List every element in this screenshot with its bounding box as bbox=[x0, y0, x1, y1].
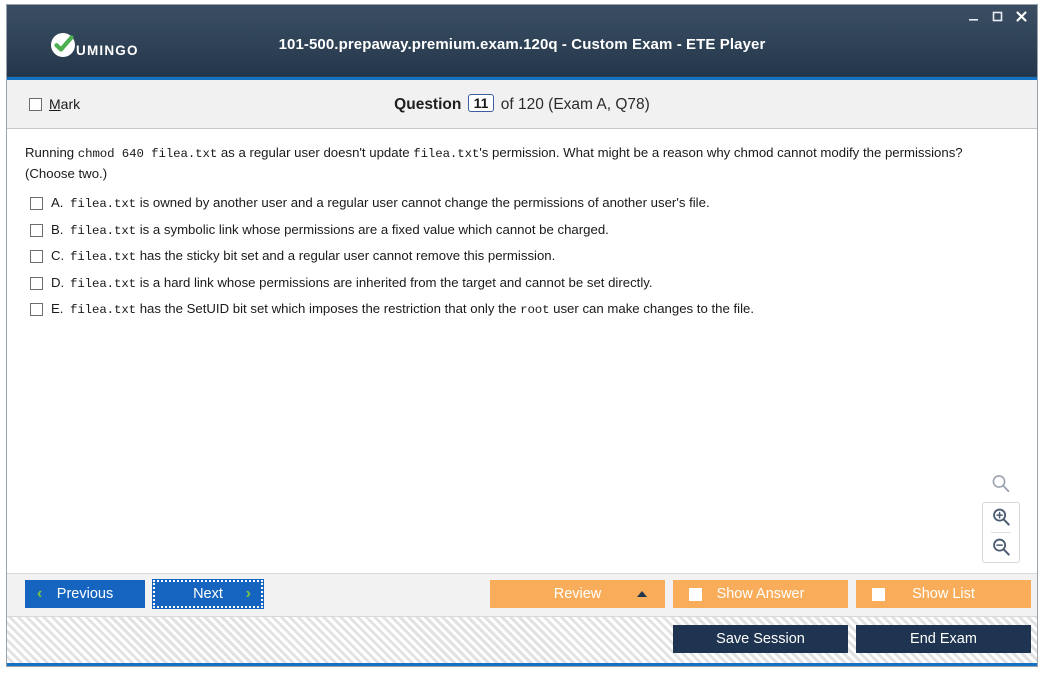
review-button[interactable]: Review bbox=[490, 580, 665, 608]
chevron-left-icon: ‹ bbox=[37, 585, 43, 602]
answer-option-e[interactable]: E. filea.txt has the SetUID bit set which… bbox=[25, 301, 1019, 319]
show-list-button[interactable]: Show List bbox=[856, 580, 1031, 608]
question-text-0: Running bbox=[25, 145, 78, 160]
answer-option-letter: E. bbox=[51, 301, 64, 317]
caret-up-icon bbox=[637, 591, 647, 597]
option-4-text-1: has the SetUID bit set which imposes the… bbox=[136, 301, 521, 317]
show-answer-checkbox[interactable] bbox=[689, 587, 702, 601]
answer-option-text: filea.txt has the sticky bit set and a r… bbox=[70, 248, 555, 266]
question-header-bar: Mark Question 11 of 120 (Exam A, Q78) bbox=[7, 80, 1037, 129]
option-2-text-1: has the sticky bit set and a regular use… bbox=[136, 248, 556, 264]
answer-option-d[interactable]: D. filea.txt is a hard link whose permiss… bbox=[25, 275, 1019, 293]
end-exam-label: End Exam bbox=[910, 631, 977, 647]
option-3-text-1: is a hard link whose permissions are inh… bbox=[136, 274, 653, 290]
show-answer-button[interactable]: Show Answer bbox=[673, 580, 848, 608]
zoom-out-icon[interactable] bbox=[984, 533, 1018, 562]
question-number-field[interactable]: 11 bbox=[467, 93, 495, 112]
option-4-code-0: filea.txt bbox=[70, 303, 137, 318]
option-4-text-3: user can make changes to the file. bbox=[549, 301, 754, 317]
answer-option-letter: A. bbox=[51, 195, 64, 211]
option-2-code-0: filea.txt bbox=[70, 250, 137, 265]
search-icon[interactable] bbox=[984, 469, 1018, 499]
previous-button[interactable]: ‹ Previous bbox=[25, 580, 145, 608]
option-4-code-2: root bbox=[520, 303, 550, 318]
question-word: Question bbox=[394, 95, 462, 113]
action-bar: ‹ Previous Next › Review Show Answer Sho… bbox=[7, 573, 1037, 616]
footer-bar: Save Session End Exam bbox=[7, 616, 1037, 666]
option-1-text-1: is a symbolic link whose permissions are… bbox=[136, 221, 609, 237]
save-session-button[interactable]: Save Session bbox=[673, 625, 848, 653]
answer-option-checkbox[interactable] bbox=[30, 223, 43, 237]
answer-option-checkbox[interactable] bbox=[30, 250, 43, 264]
zoom-in-icon[interactable] bbox=[984, 503, 1018, 532]
option-3-code-0: filea.txt bbox=[70, 276, 137, 291]
show-list-label: Show List bbox=[912, 586, 975, 602]
title-bar: UMINGO 101-500.prepaway.premium.exam.120… bbox=[7, 5, 1037, 80]
option-0-code-0: filea.txt bbox=[70, 197, 137, 212]
answer-option-letter: C. bbox=[51, 248, 65, 264]
answer-option-text: filea.txt is owned by another user and a… bbox=[70, 195, 710, 213]
answer-option-text: filea.txt is a symbolic link whose permi… bbox=[70, 222, 609, 240]
question-code-3: filea.txt bbox=[413, 147, 480, 161]
answer-option-letter: D. bbox=[51, 274, 65, 290]
answer-option-a[interactable]: A. filea.txt is owned by another user and… bbox=[25, 195, 1019, 213]
question-text: Running chmod 640 filea.txt as a regular… bbox=[25, 143, 1015, 183]
minimize-icon[interactable] bbox=[966, 9, 981, 24]
question-code-1: chmod 640 filea.txt bbox=[77, 147, 218, 161]
zoom-tools bbox=[981, 469, 1021, 563]
save-session-label: Save Session bbox=[716, 631, 805, 647]
show-answer-label: Show Answer bbox=[716, 586, 805, 602]
answer-option-checkbox[interactable] bbox=[30, 197, 43, 211]
end-exam-button[interactable]: End Exam bbox=[856, 625, 1031, 653]
option-0-text-1: is owned by another user and a regular u… bbox=[136, 195, 710, 211]
zoom-button-group bbox=[982, 502, 1020, 563]
answer-options-list: A. filea.txt is owned by another user and… bbox=[25, 195, 1019, 319]
next-button-label: Next bbox=[193, 586, 223, 602]
window-controls bbox=[966, 9, 1029, 24]
answer-option-b[interactable]: B. filea.txt is a symbolic link whose per… bbox=[25, 222, 1019, 240]
answer-option-text: filea.txt has the SetUID bit set which i… bbox=[70, 301, 754, 319]
next-button[interactable]: Next › bbox=[152, 579, 264, 609]
close-icon[interactable] bbox=[1014, 9, 1029, 24]
question-text-2: as a regular user doesn't update bbox=[217, 145, 414, 160]
answer-option-letter: B. bbox=[51, 221, 64, 237]
review-button-label: Review bbox=[553, 586, 602, 602]
ete-player-window: UMINGO 101-500.prepaway.premium.exam.120… bbox=[6, 4, 1038, 667]
answer-option-checkbox[interactable] bbox=[30, 303, 43, 317]
answer-option-c[interactable]: C. filea.txt has the sticky bit set and a… bbox=[25, 248, 1019, 266]
chevron-right-icon: › bbox=[245, 585, 251, 602]
previous-button-label: Previous bbox=[56, 586, 114, 602]
question-counter: Question 11 of 120 (Exam A, Q78) bbox=[7, 93, 1037, 114]
question-content-area: Running chmod 640 filea.txt as a regular… bbox=[7, 129, 1037, 573]
maximize-icon[interactable] bbox=[990, 9, 1005, 24]
answer-option-checkbox[interactable] bbox=[30, 276, 43, 290]
question-total-label: of 120 (Exam A, Q78) bbox=[500, 95, 650, 113]
window-title: 101-500.prepaway.premium.exam.120q - Cus… bbox=[278, 36, 766, 53]
option-1-code-0: filea.txt bbox=[70, 223, 137, 238]
show-list-checkbox[interactable] bbox=[872, 587, 885, 601]
answer-option-text: filea.txt is a hard link whose permissio… bbox=[70, 275, 653, 293]
